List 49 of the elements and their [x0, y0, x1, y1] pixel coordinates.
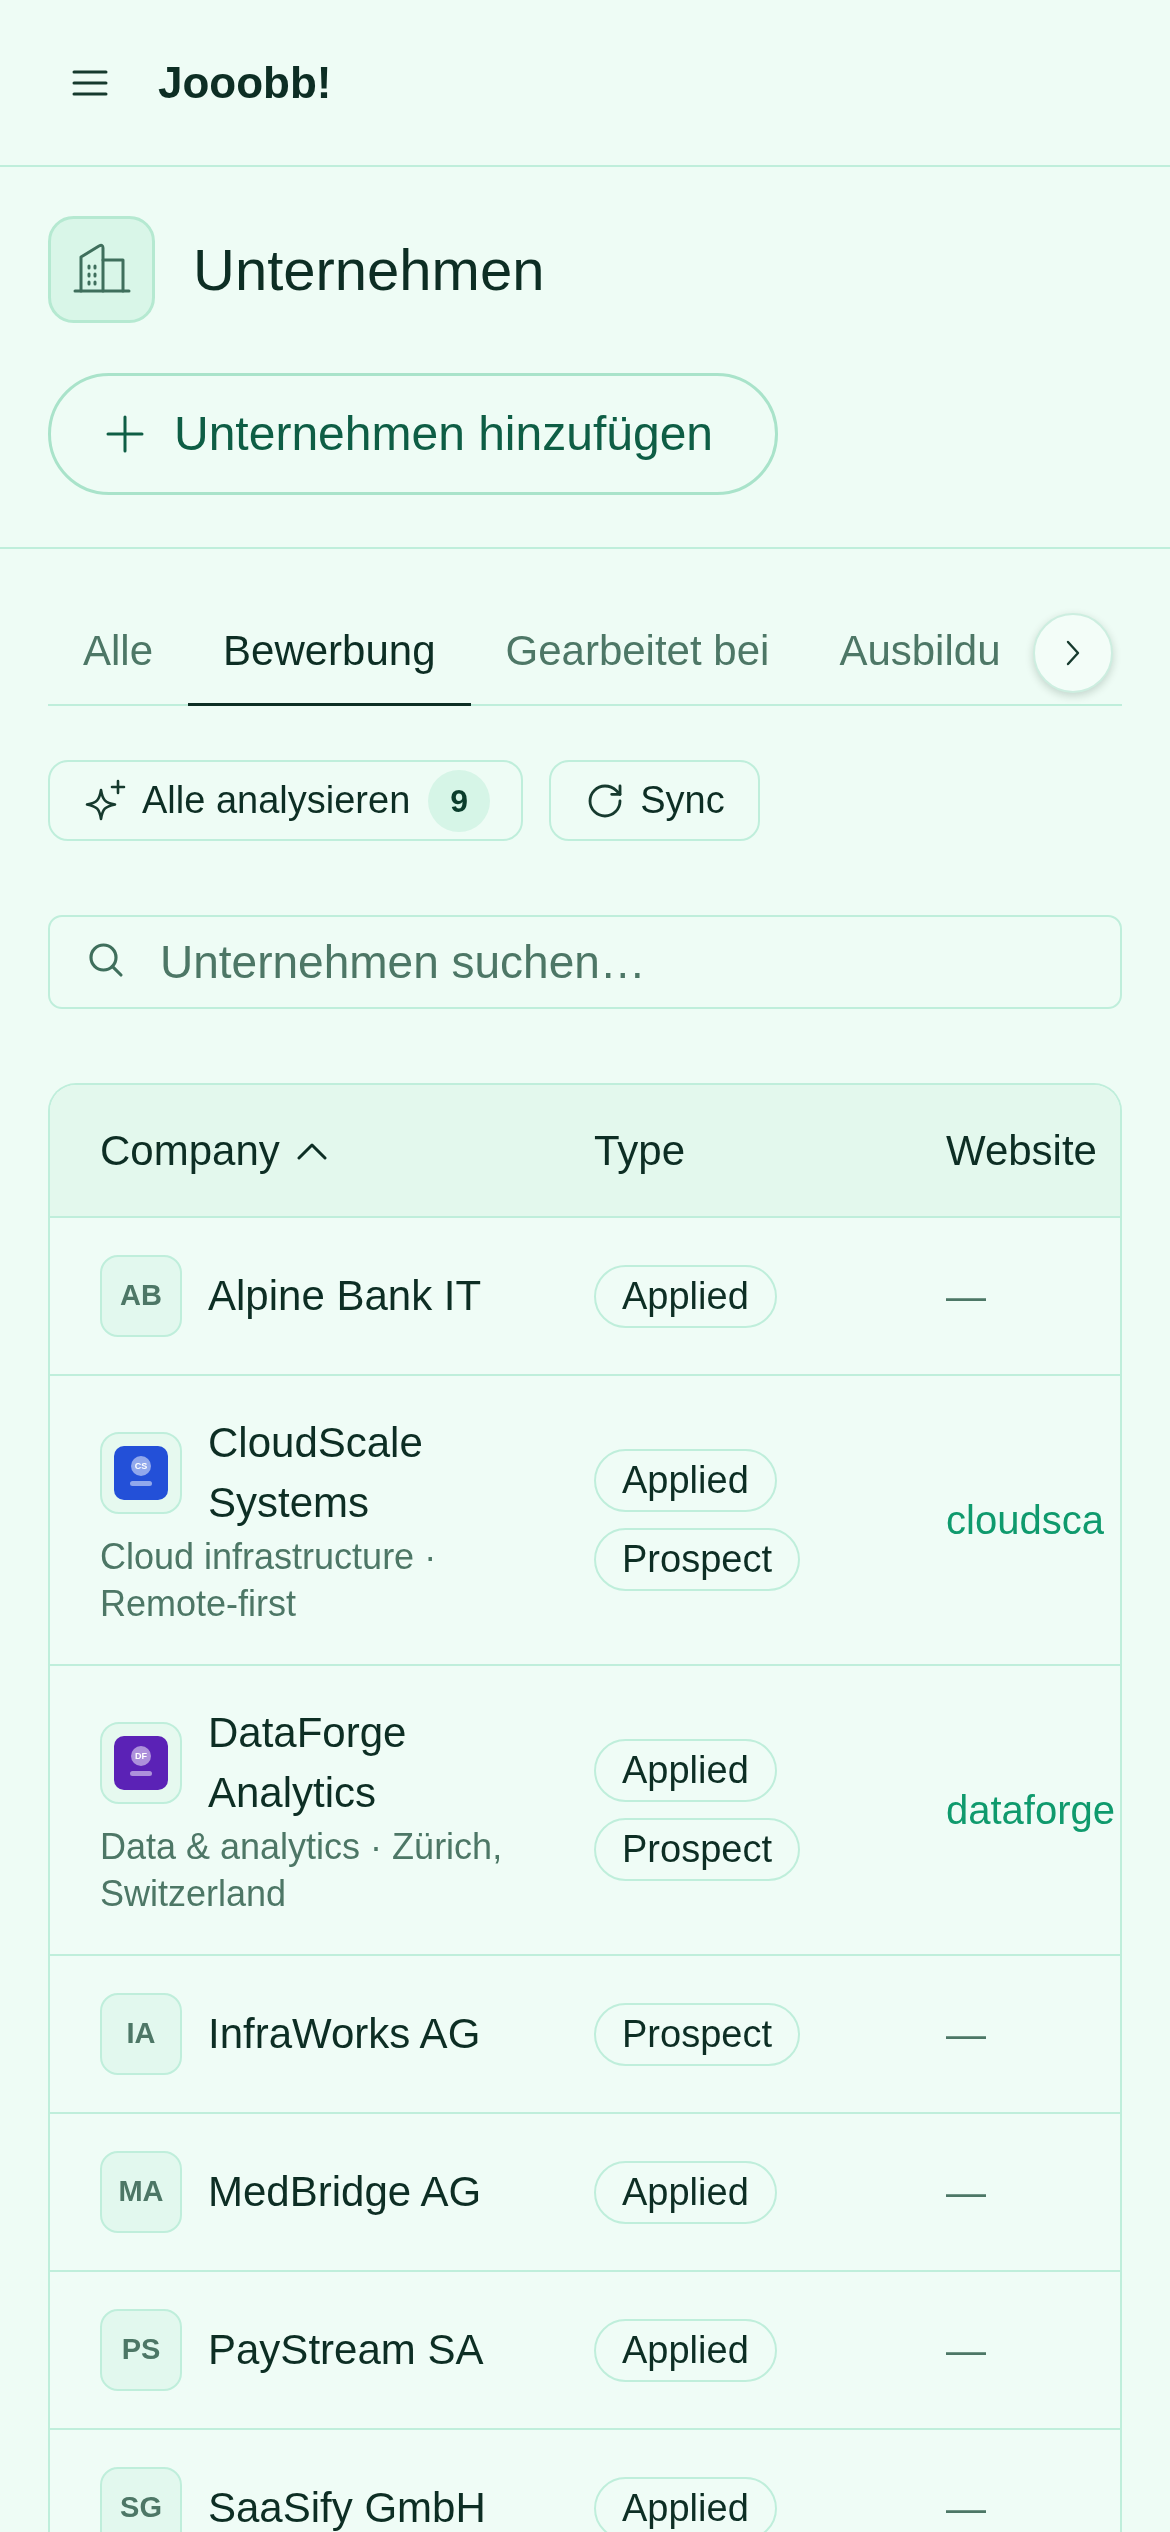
company-name: CloudScale Systems: [208, 1418, 424, 1528]
column-header: Type: [594, 1126, 686, 1176]
count-badge: 9: [428, 769, 491, 832]
company-name: PayStream SA: [208, 2325, 484, 2375]
type-tag: Prospect: [594, 2002, 800, 2066]
sparkles-icon: [84, 778, 127, 823]
company-name: DataForge Analytics: [208, 1708, 408, 1818]
analyze-all-button[interactable]: Alle analysieren 9: [48, 760, 524, 841]
tab[interactable]: Alle: [48, 598, 189, 706]
empty-value: —: [946, 1273, 986, 1320]
chevron-right-icon: [1066, 640, 1080, 666]
empty-value: —: [946, 2327, 986, 2374]
plus-icon: [106, 415, 144, 453]
initials-avatar: IA: [100, 1993, 182, 2075]
tab[interactable]: Gearbeitet bei: [470, 598, 805, 706]
empty-value: —: [946, 2011, 986, 2058]
type-tag: Applied: [594, 1739, 777, 1802]
company-logo: CS: [100, 1432, 182, 1514]
column-header: Website: [946, 1126, 1097, 1176]
add-company-button[interactable]: Unternehmen hinzufügen: [48, 373, 779, 495]
type-tag: Applied: [594, 1264, 777, 1328]
type-tag: Prospect: [594, 1818, 800, 1881]
company-logo: DF: [100, 1722, 182, 1804]
company-name: InfraWorks AG: [208, 2009, 481, 2059]
page-title: Unternehmen: [193, 240, 545, 299]
tab[interactable]: Ausbildu: [804, 598, 1036, 706]
type-tag: Applied: [594, 1449, 777, 1512]
company-name: SaaSify GmbH: [208, 2483, 486, 2532]
search-field[interactable]: Unternehmen suchen…: [48, 915, 1122, 1009]
building-icon: [48, 216, 155, 323]
empty-value: —: [946, 2169, 986, 2216]
app-title: Jooobb!: [158, 60, 332, 105]
type-tag: Applied: [594, 2160, 777, 2224]
type-tag: Applied: [594, 2318, 777, 2382]
company-description: Cloud infrastructure · Remote-first: [100, 1535, 438, 1626]
empty-value: —: [946, 2485, 986, 2532]
initials-avatar: AB: [100, 1255, 182, 1337]
tab[interactable]: Bewerbung: [188, 598, 471, 706]
menu-icon[interactable]: [72, 69, 108, 96]
sync-button[interactable]: Sync: [549, 760, 760, 841]
company-name: MedBridge AG: [208, 2167, 482, 2217]
type-tag: Prospect: [594, 1528, 800, 1591]
column-header[interactable]: Company: [100, 1119, 280, 1182]
company-name: Alpine Bank IT: [208, 1271, 482, 1321]
company-description: Data & analytics · Zürich, Switzerland: [100, 1825, 504, 1916]
initials-avatar: MA: [100, 2151, 182, 2233]
initials-avatar: PS: [100, 2309, 182, 2391]
type-tag: Applied: [594, 2476, 777, 2532]
initials-avatar: SG: [100, 2467, 182, 2532]
